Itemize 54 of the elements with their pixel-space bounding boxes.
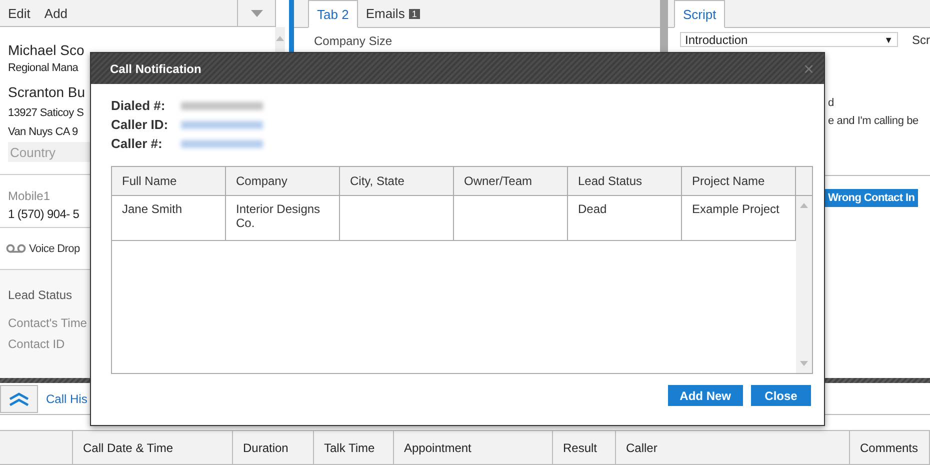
tab[interactable]: Emails 1: [358, 0, 428, 27]
table-header-cell: Lead Status: [568, 167, 682, 195]
table-header-cell: City, State: [340, 167, 454, 195]
field-label: Company Size: [313, 33, 394, 50]
script-text: d: [828, 97, 835, 109]
script-label: Scr: [912, 32, 930, 46]
table-header-cell: Full Name: [112, 167, 226, 195]
table-header-cell: Result: [553, 431, 616, 464]
table-header-cell: Caller: [616, 431, 850, 464]
table-cell: Interior Designs Co.: [226, 196, 340, 240]
table-header-cell: Project Name: [682, 167, 796, 195]
voicemail-icon: [6, 244, 26, 253]
double-chevron-up-icon: [8, 392, 30, 406]
menu-item[interactable]: Add: [44, 6, 68, 20]
script-text: e and I'm calling be: [828, 115, 920, 127]
caret-icon: [250, 10, 262, 16]
table-header-cell: Appointment: [394, 431, 553, 464]
table-header-cell: Duration: [233, 431, 314, 464]
detail-label: Caller ID:: [111, 117, 170, 132]
script-dropdown[interactable]: Introduction ▼: [680, 32, 898, 47]
field-label: Contact's Time: [8, 316, 88, 330]
table-header-cell: Comments: [850, 431, 930, 464]
table-header-cell: Call Date & Time: [73, 431, 233, 464]
contact-name: Michael Sco: [8, 42, 84, 58]
scroll-up-icon: [275, 35, 285, 41]
field-label: Contact ID: [8, 337, 66, 351]
table-header-cell: Company: [226, 167, 340, 195]
dialog-title: Call Notification: [110, 62, 202, 76]
contact-title: Regional Mana: [8, 62, 78, 74]
company-name: Scranton Bu: [8, 84, 86, 100]
tab[interactable]: Script: [674, 0, 726, 28]
tab[interactable]: Call His: [46, 392, 88, 406]
tab[interactable]: Tab 2: [308, 0, 358, 28]
collapse-button[interactable]: [0, 384, 38, 412]
table-header-cell: Talk Time: [314, 431, 394, 464]
table-header-cell: Owner/Team: [454, 167, 568, 195]
dialog-button[interactable]: Add New: [668, 385, 743, 406]
address-line: Van Nuys CA 9: [8, 126, 78, 138]
table-cell: Jane Smith: [112, 196, 226, 240]
phone-label: Mobile1: [8, 189, 50, 203]
phone-number: 1 (570) 904- 5: [8, 207, 80, 221]
detail-label: Caller #:: [111, 136, 164, 151]
scroll-up-icon: [799, 202, 809, 208]
scroll-down-icon: [799, 361, 809, 367]
scrollbar[interactable]: [796, 196, 812, 373]
menu-item[interactable]: Edit: [8, 6, 30, 20]
table-cell: Dead: [568, 196, 682, 240]
dialog-button[interactable]: Close: [751, 385, 811, 406]
voice-drop-link[interactable]: Voice Drop: [29, 242, 80, 254]
detail-label: Dialed #:: [111, 98, 166, 113]
wrong-contact-button[interactable]: Wrong Contact In: [825, 189, 918, 207]
count-badge: 1: [408, 8, 420, 18]
field-label: Lead Status: [8, 288, 74, 302]
address-line: 13927 Saticoy S: [8, 107, 84, 119]
